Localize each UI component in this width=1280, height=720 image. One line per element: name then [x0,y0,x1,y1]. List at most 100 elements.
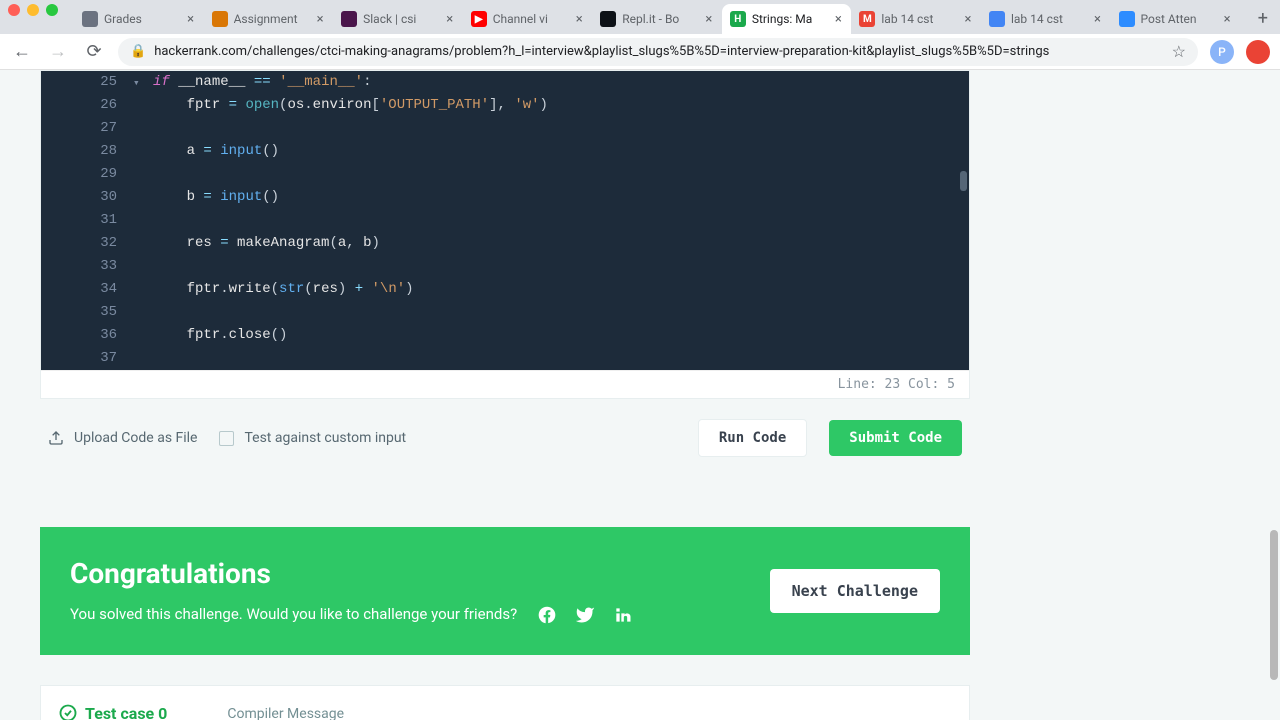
tab-title: Grades [104,12,178,26]
code-line-34[interactable]: 34 fptr.write(str(res) + '\n') [41,278,969,301]
code-line-37[interactable]: 37 [41,347,969,370]
browser-tab-5[interactable]: H Strings: Ma × [722,4,852,34]
tab-close-icon[interactable]: × [443,12,457,26]
editor-scrollbar[interactable] [960,171,967,191]
code-line-29[interactable]: 29 [41,163,969,186]
fold-icon[interactable]: ▾ [133,73,140,96]
window-close[interactable] [8,4,20,16]
next-challenge-button[interactable]: Next Challenge [770,569,940,613]
code-line-30[interactable]: 30 b = input() [41,186,969,209]
window-controls [8,4,58,16]
browser-tab-8[interactable]: Post Atten × [1111,4,1241,34]
tab-close-icon[interactable]: × [313,12,327,26]
line-number: 29 [41,163,131,186]
custom-input-label: Test against custom input [244,430,406,446]
facebook-icon[interactable] [537,605,557,625]
upload-label: Upload Code as File [74,430,197,446]
tab-title: Assignment [234,12,308,26]
line-number: 35 [41,301,131,324]
tab-title: lab 14 cst [1011,12,1085,26]
code-line-26[interactable]: 26 fptr = open(os.environ['OUTPUT_PATH']… [41,94,969,117]
upload-code-link[interactable]: Upload Code as File [48,430,197,446]
twitter-icon[interactable] [575,605,595,625]
tab-favicon: H [730,11,746,27]
custom-input-option[interactable]: Test against custom input [219,430,406,446]
tab-close-icon[interactable]: × [1091,12,1105,26]
tab-favicon [341,11,357,27]
line-number: 26 [41,94,131,117]
browser-tab-1[interactable]: Assignment × [204,4,334,34]
new-tab-button[interactable]: + [1258,8,1268,29]
page-scrollbar[interactable] [1270,530,1278,680]
tab-favicon: M [859,11,875,27]
back-button[interactable]: ← [10,41,34,62]
tab-title: Repl.it - Bo [622,12,696,26]
tab-title: Strings: Ma [752,12,826,26]
testcase-tab-0[interactable]: Test case 0 [59,704,167,720]
code-line-31[interactable]: 31 [41,209,969,232]
code-line-27[interactable]: 27 [41,117,969,140]
tab-close-icon[interactable]: × [702,12,716,26]
browser-tab-7[interactable]: lab 14 cst × [981,4,1111,34]
address-bar[interactable]: 🔒 hackerrank.com/challenges/ctci-making-… [118,38,1198,66]
code-line-35[interactable]: 35 [41,301,969,324]
line-number: 31 [41,209,131,232]
tab-title: lab 14 cst [881,12,955,26]
browser-tab-6[interactable]: Mlab 14 cst × [851,4,981,34]
tab-favicon [989,11,1005,27]
congrats-text: You solved this challenge. Would you lik… [70,605,517,623]
tab-favicon [1119,11,1135,27]
extension-icon[interactable] [1246,40,1270,64]
browser-tab-3[interactable]: ▶ Channel vi × [463,4,593,34]
line-number: 27 [41,117,131,140]
browser-tab-0[interactable]: Grades × [74,4,204,34]
code-line-28[interactable]: 28 a = input() [41,140,969,163]
tab-close-icon[interactable]: × [1220,12,1234,26]
linkedin-icon[interactable] [613,605,633,625]
browser-tab-2[interactable]: Slack | csi × [333,4,463,34]
testcase-panel: Test case 0 Compiler Message [40,685,970,720]
code-line-36[interactable]: 36 fptr.close() [41,324,969,347]
browser-tab-4[interactable]: Repl.it - Bo × [592,4,722,34]
tab-close-icon[interactable]: × [961,12,975,26]
code-line-32[interactable]: 32 res = makeAnagram(a, b) [41,232,969,255]
lock-icon: 🔒 [130,44,146,59]
forward-button[interactable]: → [46,41,70,62]
line-number: 33 [41,255,131,278]
line-number: 36 [41,324,131,347]
congrats-title: Congratulations [70,557,770,590]
actions-row: Upload Code as File Test against custom … [40,399,970,477]
tab-close-icon[interactable]: × [572,12,586,26]
tab-title: Channel vi [493,12,567,26]
tab-favicon [212,11,228,27]
line-number: 28 [41,140,131,163]
run-code-button[interactable]: Run Code [698,419,807,457]
custom-input-checkbox[interactable] [219,431,234,446]
browser-tab-bar: Grades × Assignment × Slack | csi × ▶ Channel v… [0,0,1280,34]
reload-button[interactable]: ⟳ [82,41,106,62]
congratulations-banner: Congratulations You solved this challeng… [40,527,970,655]
tab-close-icon[interactable]: × [831,12,845,26]
code-line-25[interactable]: 25if __name__ == '__main__': [41,71,969,94]
url-text: hackerrank.com/challenges/ctci-making-an… [154,44,1163,59]
check-circle-icon [59,704,77,720]
tab-favicon [82,11,98,27]
code-editor-panel: ▾ 25if __name__ == '__main__':26 fptr = … [40,70,970,399]
line-number: 37 [41,347,131,370]
bookmark-star-icon[interactable]: ☆ [1172,42,1186,61]
compiler-message-label: Compiler Message [227,704,344,720]
upload-icon [48,430,64,446]
window-maximize[interactable] [46,4,58,16]
code-line-33[interactable]: 33 [41,255,969,278]
code-editor[interactable]: ▾ 25if __name__ == '__main__':26 fptr = … [41,71,969,370]
line-number: 32 [41,232,131,255]
tab-title: Post Atten [1141,12,1215,26]
line-number: 30 [41,186,131,209]
profile-avatar[interactable]: P [1210,40,1234,64]
editor-status-bar: Line: 23 Col: 5 [41,370,969,398]
tab-title: Slack | csi [363,12,437,26]
submit-code-button[interactable]: Submit Code [829,420,962,456]
tab-close-icon[interactable]: × [184,12,198,26]
window-minimize[interactable] [27,4,39,16]
tab-favicon: ▶ [471,11,487,27]
